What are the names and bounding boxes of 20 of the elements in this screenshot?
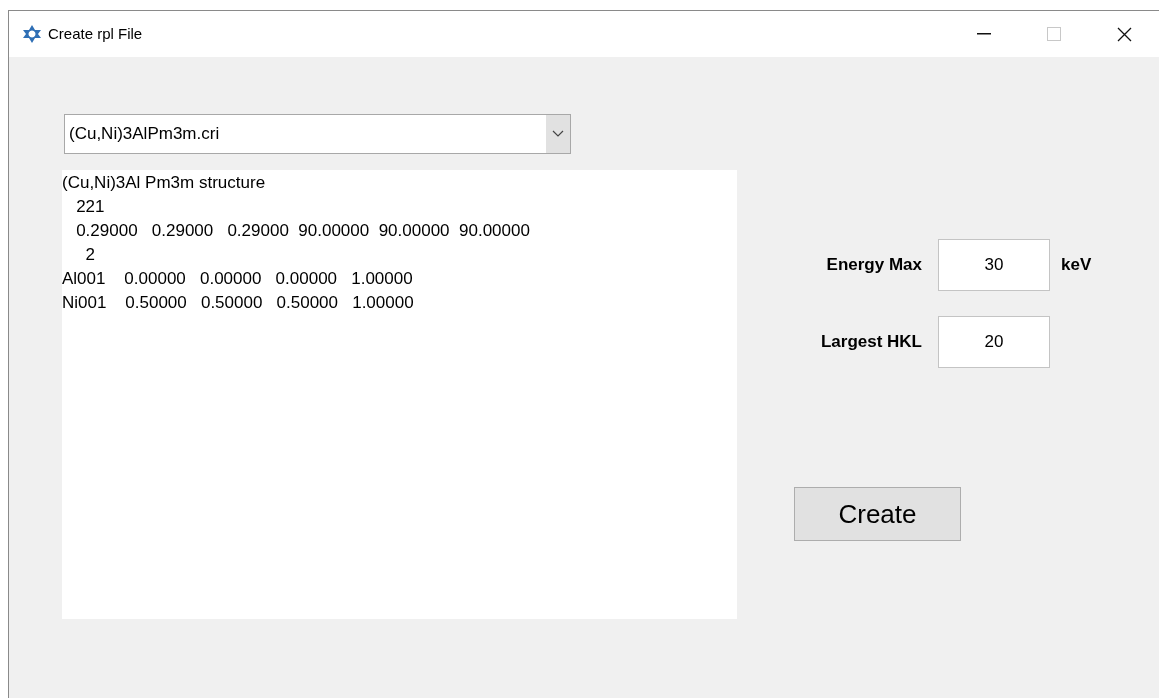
text-line: 221 [75,196,105,218]
create-button[interactable]: Create [794,487,961,541]
file-dropdown[interactable]: (Cu,Ni)3AlPm3m.cri [64,114,571,154]
maximize-icon [1047,27,1061,41]
text-line: (Cu,Ni)3Al Pm3m structure [62,172,266,194]
window-title: Create rpl File [48,23,143,44]
unit-label: keV [1061,254,1092,277]
field-label: Largest HKL [819,331,922,354]
minimize-icon [977,33,991,35]
chevron-down-icon [552,130,564,138]
close-icon [1116,26,1132,42]
text-line: Ni001 0.50000 0.50000 0.50000 1.00000 [62,292,414,314]
text-line: 2 [84,244,96,266]
input-field[interactable]: 30 [938,239,1050,291]
input-field[interactable]: 20 [938,316,1050,368]
text-line: 0.29000 0.29000 0.29000 90.00000 90.00000 90.00000 [75,220,530,242]
field-label: Energy Max [825,254,922,277]
text-area[interactable]: (Cu,Ni)3Al Pm3m structure 221 0.29000 0.29000 0.29000 90.00000 90.00000 90.00000 2 Al001 0.00000 0.00000 0.00000 1.00000 Ni001 0.50000 0.50000 0.50000 1.00000 [62,170,737,619]
text-line: Al001 0.00000 0.00000 0.00000 1.00000 [62,268,413,290]
app-icon [22,24,42,44]
